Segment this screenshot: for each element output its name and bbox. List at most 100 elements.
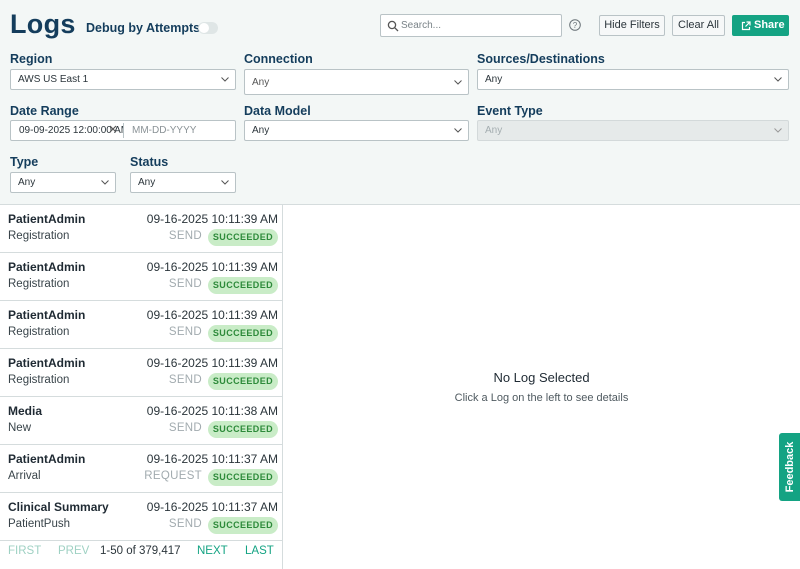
region-label: Region — [10, 52, 53, 66]
status-badge: SUCCEEDED — [207, 517, 278, 534]
sources-destinations-label: Sources/Destinations — [477, 52, 605, 66]
share-button[interactable]: Share — [732, 15, 789, 36]
date-separator — [123, 123, 124, 138]
hide-filters-button[interactable]: Hide Filters — [599, 15, 665, 36]
log-row[interactable]: PatientAdmin 09-16-2025 10:11:39 AM Regi… — [0, 205, 282, 253]
connection-select[interactable]: Any — [244, 69, 469, 95]
region-select[interactable]: AWS US East 1 — [10, 69, 236, 90]
date-start-value[interactable]: 09-09-2025 12:00:00 AM — [19, 125, 123, 136]
chevron-down-icon — [221, 77, 229, 82]
log-event: Registration — [8, 374, 70, 386]
log-name: PatientAdmin — [8, 260, 86, 274]
date-range-picker[interactable]: 09-09-2025 12:00:00 AM MM-DD-YYYY — [10, 120, 236, 141]
log-kind: SEND — [168, 422, 202, 434]
log-event: Registration — [8, 326, 70, 338]
log-event: Registration — [8, 230, 70, 242]
share-label: Share — [754, 19, 785, 31]
log-detail-panel: No Log Selected Click a Log on the left … — [283, 204, 800, 569]
chevron-down-icon — [454, 80, 462, 85]
log-name: PatientAdmin — [8, 308, 86, 322]
log-row[interactable]: Clinical Summary 09-16-2025 10:11:37 AM … — [0, 493, 282, 541]
clear-icon[interactable] — [109, 125, 117, 133]
log-event: Registration — [8, 278, 70, 290]
log-event: New — [8, 422, 32, 434]
status-label: Status — [130, 155, 169, 169]
log-name: Clinical Summary — [8, 500, 109, 514]
chevron-down-icon — [774, 128, 782, 133]
search-input[interactable] — [401, 17, 557, 34]
status-badge: SUCCEEDED — [207, 421, 278, 438]
chevron-down-icon — [221, 180, 229, 185]
log-event: Arrival — [8, 470, 41, 482]
log-kind: REQUEST — [144, 470, 202, 482]
data-model-value: Any — [252, 125, 270, 136]
date-end-input[interactable]: MM-DD-YYYY — [132, 125, 196, 136]
log-time: 09-16-2025 10:11:39 AM — [146, 356, 278, 370]
event-type-label: Event Type — [477, 104, 543, 118]
data-model-select[interactable]: Any — [244, 120, 469, 141]
sources-destinations-value: Any — [485, 74, 503, 85]
external-link-icon — [741, 21, 751, 31]
log-time: 09-16-2025 10:11:37 AM — [146, 500, 278, 514]
empty-state-subtitle: Click a Log on the left to see details — [454, 392, 629, 404]
log-row[interactable]: PatientAdmin 09-16-2025 10:11:39 AM Regi… — [0, 349, 282, 397]
log-name: PatientAdmin — [8, 212, 86, 226]
result-count: 1-50 of 379,417 — [100, 545, 181, 557]
type-select[interactable]: Any — [10, 172, 116, 193]
status-value: Any — [138, 177, 156, 188]
status-select[interactable]: Any — [130, 172, 236, 193]
log-time: 09-16-2025 10:11:39 AM — [146, 212, 278, 226]
log-time: 09-16-2025 10:11:39 AM — [146, 308, 278, 322]
log-kind: SEND — [168, 278, 202, 290]
event-type-value: Any — [485, 125, 503, 136]
debug-by-attempts-label: Debug by Attempts — [86, 21, 201, 35]
connection-value: Any — [252, 77, 270, 88]
svg-text:?: ? — [573, 21, 578, 30]
status-badge: SUCCEEDED — [207, 229, 278, 246]
debug-toggle[interactable] — [198, 22, 218, 34]
region-value: AWS US East 1 — [18, 74, 89, 85]
feedback-tab[interactable]: Feedback — [779, 433, 800, 501]
log-kind: SEND — [168, 230, 202, 242]
status-badge: SUCCEEDED — [207, 373, 278, 390]
header: Logs Debug by Attempts ? Hide Filters Cl… — [0, 0, 800, 46]
search-box[interactable] — [380, 14, 562, 37]
date-range-label: Date Range — [10, 104, 79, 118]
toggle-knob — [199, 23, 209, 33]
status-badge: SUCCEEDED — [207, 277, 278, 294]
log-event: PatientPush — [8, 518, 71, 530]
connection-label: Connection — [244, 52, 313, 66]
chevron-down-icon — [101, 180, 109, 185]
log-name: PatientAdmin — [8, 356, 86, 370]
prev-page-link[interactable]: PREV — [58, 545, 89, 557]
log-row[interactable]: PatientAdmin 09-16-2025 10:11:39 AM Regi… — [0, 301, 282, 349]
chevron-down-icon — [774, 77, 782, 82]
log-name: PatientAdmin — [8, 452, 86, 466]
status-badge: SUCCEEDED — [207, 469, 278, 486]
log-kind: SEND — [168, 518, 202, 530]
empty-state-title: No Log Selected — [493, 370, 590, 385]
feedback-label: Feedback — [784, 441, 796, 493]
log-kind: SEND — [168, 326, 202, 338]
next-page-link[interactable]: NEXT — [197, 545, 228, 557]
type-value: Any — [18, 177, 36, 188]
log-row[interactable]: PatientAdmin 09-16-2025 10:11:37 AM Arri… — [0, 445, 282, 493]
log-time: 09-16-2025 10:11:38 AM — [146, 404, 278, 418]
log-time: 09-16-2025 10:11:37 AM — [146, 452, 278, 466]
log-row[interactable]: Media 09-16-2025 10:11:38 AM New SEND SU… — [0, 397, 282, 445]
sources-destinations-select[interactable]: Any — [477, 69, 789, 90]
log-kind: SEND — [168, 374, 202, 386]
clear-all-button[interactable]: Clear All — [672, 15, 725, 36]
help-icon[interactable]: ? — [569, 19, 581, 31]
log-time: 09-16-2025 10:11:39 AM — [146, 260, 278, 274]
event-type-select: Any — [477, 120, 789, 141]
data-model-label: Data Model — [244, 104, 311, 118]
first-page-link[interactable]: FIRST — [8, 545, 41, 557]
pagination: FIRST PREV 1-50 of 379,417 NEXT LAST — [0, 540, 282, 569]
status-badge: SUCCEEDED — [207, 325, 278, 342]
last-page-link[interactable]: LAST — [245, 545, 274, 557]
log-list: PatientAdmin 09-16-2025 10:11:39 AM Regi… — [0, 204, 283, 569]
page-title: Logs — [10, 9, 76, 39]
log-row[interactable]: PatientAdmin 09-16-2025 10:11:39 AM Regi… — [0, 253, 282, 301]
chevron-down-icon — [454, 128, 462, 133]
